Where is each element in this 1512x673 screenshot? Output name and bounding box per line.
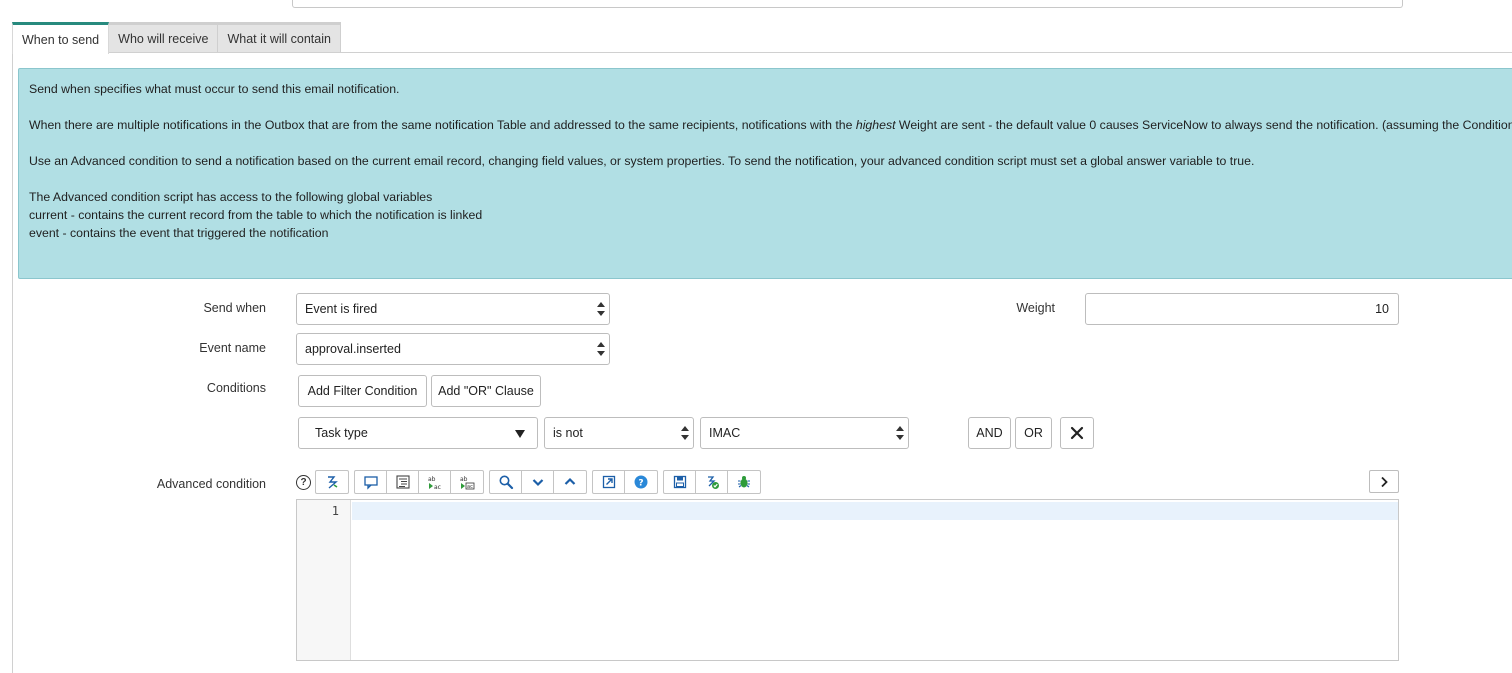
toolbar-group: ab ac ab ac: [354, 470, 484, 494]
tab-label: When to send: [22, 32, 100, 47]
weight-input[interactable]: 10: [1085, 293, 1399, 325]
debug-button[interactable]: [728, 471, 760, 493]
or-button[interactable]: OR: [1015, 417, 1052, 449]
comment-button[interactable]: [355, 471, 387, 493]
tab-divider: [12, 52, 1512, 53]
send-when-label: Send when: [203, 301, 266, 315]
close-icon: [1070, 426, 1084, 440]
caret-down-icon: [515, 430, 525, 438]
save-icon: [673, 475, 686, 489]
send-when-select[interactable]: Event is fired: [296, 293, 610, 325]
replace-button[interactable]: ab ac: [419, 471, 451, 493]
field-help-icon[interactable]: ?: [296, 474, 311, 490]
replace-icon: abac: [428, 476, 441, 490]
and-button[interactable]: AND: [968, 417, 1011, 449]
chevron-down-icon: [532, 479, 543, 487]
info-line: Use an Advanced condition to send a noti…: [29, 154, 1255, 168]
info-line: current - contains the current record fr…: [29, 208, 483, 222]
save-button[interactable]: [664, 471, 696, 493]
script-editor-toolbar: ? ab ac ab ac ?: [296, 470, 766, 494]
svg-text:ac: ac: [467, 484, 473, 490]
toolbar-group: [489, 470, 587, 494]
form-tabs: When to send Who will receive What it wi…: [12, 22, 341, 54]
weight-label: Weight: [1016, 301, 1055, 315]
section-left-border: [12, 52, 13, 673]
conditions-label: Conditions: [206, 381, 266, 395]
tab-when-to-send[interactable]: When to send: [12, 22, 110, 54]
add-filter-condition-button[interactable]: Add Filter Condition: [298, 375, 427, 407]
replace-all-button[interactable]: ab ac: [451, 471, 483, 493]
svg-text:ab: ab: [460, 476, 468, 483]
send-when-value: Event is fired: [305, 302, 378, 316]
open-fullscreen-button[interactable]: [593, 471, 625, 493]
event-name-select[interactable]: approval.inserted: [296, 333, 610, 365]
tab-what-it-will-contain[interactable]: What it will contain: [217, 22, 341, 53]
toolbar-group: [663, 470, 761, 494]
condition-field-value: Task type: [315, 426, 368, 440]
info-line: The Advanced condition script has access…: [29, 190, 433, 204]
tab-label: Who will receive: [118, 32, 209, 46]
condition-field-select[interactable]: Task type: [298, 417, 538, 449]
select-arrows-icon: [597, 342, 605, 356]
info-line: Send when specifies what must occur to s…: [29, 82, 400, 96]
delete-condition-button[interactable]: [1060, 417, 1094, 449]
line-number: 1: [331, 504, 339, 518]
condition-value: IMAC: [709, 426, 741, 440]
script-check-button[interactable]: [696, 471, 728, 493]
info-annotation: Send when specifies what must occur to s…: [18, 68, 1512, 279]
previous-field-bottom: [292, 0, 1403, 8]
condition-value-select[interactable]: IMAC: [700, 417, 909, 449]
active-line-highlight: [352, 502, 1398, 520]
script-check-icon: [707, 476, 719, 489]
replace-all-icon: abac: [460, 476, 475, 490]
weight-value: 10: [1375, 302, 1389, 316]
event-name-value: approval.inserted: [305, 342, 401, 356]
condition-operator-select[interactable]: is not: [544, 417, 694, 449]
editor-gutter: 1: [297, 500, 351, 660]
condition-operator-value: is not: [553, 426, 583, 440]
expand-button[interactable]: [554, 471, 586, 493]
add-or-clause-button[interactable]: Add "OR" Clause: [431, 375, 541, 407]
svg-text:ac: ac: [434, 484, 441, 490]
comment-icon: [363, 476, 378, 490]
event-name-label: Event name: [199, 341, 266, 355]
expand-editor-button[interactable]: [1369, 470, 1399, 493]
svg-text:?: ?: [638, 479, 643, 489]
select-arrows-icon: [896, 426, 904, 440]
debug-icon: [738, 476, 750, 488]
svg-text:ab: ab: [428, 476, 436, 483]
open-fullscreen-icon: [602, 475, 615, 489]
select-arrows-icon: [597, 302, 605, 316]
toggle-syntax-icon: [328, 476, 338, 489]
toolbar-group: ?: [592, 470, 658, 494]
help-icon: ?: [634, 475, 648, 489]
advanced-condition-editor[interactable]: 1: [296, 499, 1399, 661]
chevron-right-icon: [1381, 476, 1388, 487]
toolbar-group: [315, 470, 349, 494]
format-code-icon: [395, 475, 410, 489]
collapse-button[interactable]: [522, 471, 554, 493]
tab-who-will-receive[interactable]: Who will receive: [108, 22, 219, 53]
select-arrows-icon: [681, 426, 689, 440]
help-button[interactable]: ?: [625, 471, 657, 493]
format-code-button[interactable]: [387, 471, 419, 493]
info-line: When there are multiple notifications in…: [29, 118, 1512, 132]
search-button[interactable]: [490, 471, 522, 493]
tab-label: What it will contain: [227, 32, 331, 46]
advanced-condition-label: Advanced condition: [156, 477, 266, 491]
chevron-up-icon: [564, 477, 576, 485]
info-line: event - contains the event that triggere…: [29, 226, 329, 240]
search-icon: [499, 475, 513, 490]
toggle-syntax-button[interactable]: [316, 471, 348, 493]
